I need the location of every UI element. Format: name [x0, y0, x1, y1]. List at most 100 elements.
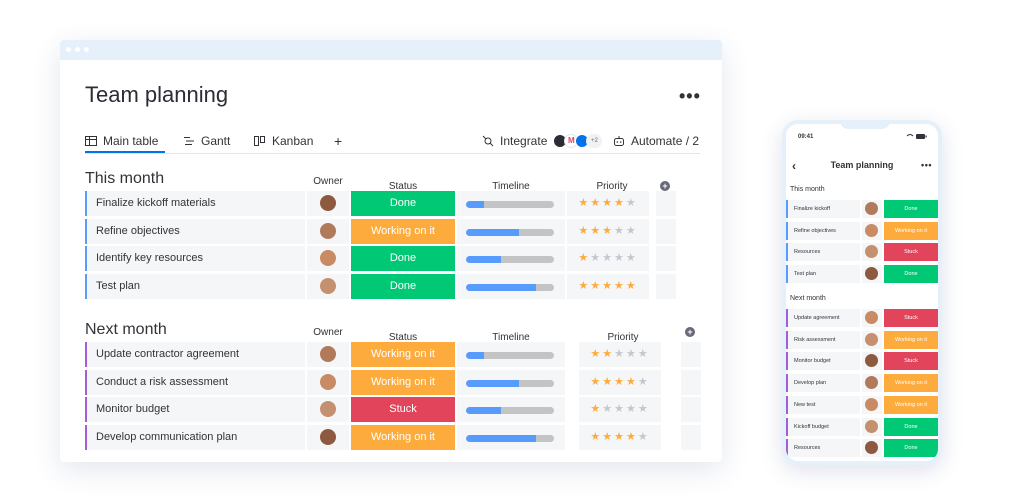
phone-group-title-next-month[interactable]: Next month	[790, 295, 826, 302]
phone-item-name[interactable]: Risk assessment	[786, 330, 860, 349]
star-icon[interactable]: ★	[590, 252, 602, 264]
priority-rating[interactable]: ★★★★★	[567, 218, 649, 244]
phone-owner-cell[interactable]	[862, 374, 882, 393]
phone-list-item[interactable]: Update agreement Stuck	[786, 309, 938, 327]
table-row[interactable]: Update contractor agreement Working on it…	[85, 342, 722, 367]
star-icon[interactable]: ★	[626, 348, 638, 360]
star-icon[interactable]: ★	[602, 252, 614, 264]
status-cell[interactable]: Working on it	[351, 342, 455, 367]
owner-cell[interactable]	[307, 397, 349, 422]
timeline-cell[interactable]	[457, 218, 565, 244]
star-icon[interactable]: ★	[578, 280, 590, 292]
phone-list-item[interactable]: Refine objectives Working on it	[786, 221, 938, 240]
table-row[interactable]: Refine objectives Working on it ★★★★★	[85, 218, 722, 244]
phone-owner-cell[interactable]	[862, 200, 882, 218]
add-view-icon[interactable]: +	[334, 132, 342, 150]
star-icon[interactable]: ★	[614, 376, 626, 388]
phone-list-item[interactable]: Develop plan Working on it	[786, 374, 938, 393]
item-name-cell[interactable]: Identify key resources	[85, 246, 305, 271]
phone-owner-cell[interactable]	[862, 352, 882, 371]
star-icon[interactable]: ★	[590, 376, 602, 388]
column-header-owner[interactable]: Owner	[307, 176, 349, 187]
star-icon[interactable]: ★	[602, 348, 614, 360]
star-icon[interactable]: ★	[590, 225, 602, 237]
item-name-cell[interactable]: Update contractor agreement	[85, 342, 305, 367]
timeline-cell[interactable]	[457, 246, 565, 271]
item-name-cell[interactable]: Refine objectives	[85, 218, 305, 244]
phone-list-item[interactable]: Finalize kickoff Done	[786, 200, 938, 218]
star-icon[interactable]: ★	[602, 376, 614, 388]
status-cell[interactable]: Done	[351, 191, 455, 216]
star-icon[interactable]: ★	[626, 280, 638, 292]
group-title-next-month[interactable]: Next month	[85, 321, 167, 339]
star-icon[interactable]: ★	[638, 403, 650, 415]
phone-item-name[interactable]: Resources	[786, 439, 860, 458]
status-cell[interactable]: Done	[351, 273, 455, 299]
star-icon[interactable]: ★	[614, 348, 626, 360]
priority-rating[interactable]: ★★★★★	[579, 397, 661, 422]
phone-item-name[interactable]: Finalize kickoff	[786, 200, 860, 218]
priority-rating[interactable]: ★★★★★	[567, 246, 649, 271]
star-icon[interactable]: ★	[614, 225, 626, 237]
item-name-cell[interactable]: Finalize kickoff materials	[85, 191, 305, 216]
status-cell[interactable]: Stuck	[351, 397, 455, 422]
item-name-cell[interactable]: Test plan	[85, 273, 305, 299]
phone-status-cell[interactable]: Working on it	[884, 221, 938, 240]
phone-list-item[interactable]: Test plan Done	[786, 265, 938, 284]
automate-button[interactable]: Automate / 2	[613, 132, 699, 150]
star-icon[interactable]: ★	[590, 280, 602, 292]
item-name-cell[interactable]: Develop communication plan	[85, 424, 305, 450]
star-icon[interactable]: ★	[626, 197, 638, 209]
phone-list-item[interactable]: Resources Done	[786, 439, 938, 458]
phone-item-name[interactable]: Test plan	[786, 265, 860, 284]
tab-main-table[interactable]: Main table	[85, 132, 158, 150]
timeline-cell[interactable]	[457, 369, 565, 395]
phone-status-cell[interactable]: Stuck	[884, 243, 938, 262]
priority-rating[interactable]: ★★★★★	[567, 191, 649, 216]
phone-list-item[interactable]: Resources Stuck	[786, 243, 938, 262]
phone-owner-cell[interactable]	[862, 417, 882, 436]
star-icon[interactable]: ★	[626, 252, 638, 264]
table-row[interactable]: Monitor budget Stuck ★★★★★	[85, 397, 722, 422]
owner-cell[interactable]	[307, 218, 349, 244]
tab-gantt[interactable]: Gantt	[183, 132, 230, 150]
owner-cell[interactable]	[307, 191, 349, 216]
phone-owner-cell[interactable]	[862, 439, 882, 458]
phone-status-cell[interactable]: Stuck	[884, 352, 938, 371]
star-icon[interactable]: ★	[626, 431, 638, 443]
timeline-cell[interactable]	[457, 191, 565, 216]
phone-item-name[interactable]: Develop plan	[786, 374, 860, 393]
priority-rating[interactable]: ★★★★★	[579, 369, 661, 395]
item-name-cell[interactable]: Conduct a risk assessment	[85, 369, 305, 395]
phone-item-name[interactable]: Resources	[786, 243, 860, 262]
star-icon[interactable]: ★	[590, 431, 602, 443]
star-icon[interactable]: ★	[614, 403, 626, 415]
phone-status-cell[interactable]: Done	[884, 417, 938, 436]
star-icon[interactable]: ★	[578, 252, 590, 264]
star-icon[interactable]: ★	[614, 252, 626, 264]
star-icon[interactable]: ★	[626, 403, 638, 415]
phone-owner-cell[interactable]	[862, 330, 882, 349]
star-icon[interactable]: ★	[602, 280, 614, 292]
phone-status-cell[interactable]: Working on it	[884, 374, 938, 393]
table-row[interactable]: Develop communication plan Working on it ★…	[85, 424, 722, 450]
column-header-owner[interactable]: Owner	[307, 327, 349, 338]
phone-owner-cell[interactable]	[862, 265, 882, 284]
phone-more-options-button[interactable]: •••	[921, 160, 932, 170]
owner-cell[interactable]	[307, 342, 349, 367]
owner-cell[interactable]	[307, 273, 349, 299]
integrate-button[interactable]: Integrate M +2	[482, 132, 603, 150]
timeline-cell[interactable]	[457, 397, 565, 422]
phone-item-name[interactable]: Monitor budget	[786, 352, 860, 371]
star-icon[interactable]: ★	[614, 197, 626, 209]
status-cell[interactable]: Working on it	[351, 218, 455, 244]
star-icon[interactable]: ★	[638, 431, 650, 443]
phone-status-cell[interactable]: Done	[884, 200, 938, 218]
item-name-cell[interactable]: Monitor budget	[85, 397, 305, 422]
priority-rating[interactable]: ★★★★★	[579, 342, 661, 367]
phone-owner-cell[interactable]	[862, 309, 882, 327]
tab-kanban[interactable]: Kanban	[254, 132, 313, 150]
star-icon[interactable]: ★	[602, 431, 614, 443]
status-cell[interactable]: Done	[351, 246, 455, 271]
phone-owner-cell[interactable]	[862, 395, 882, 414]
